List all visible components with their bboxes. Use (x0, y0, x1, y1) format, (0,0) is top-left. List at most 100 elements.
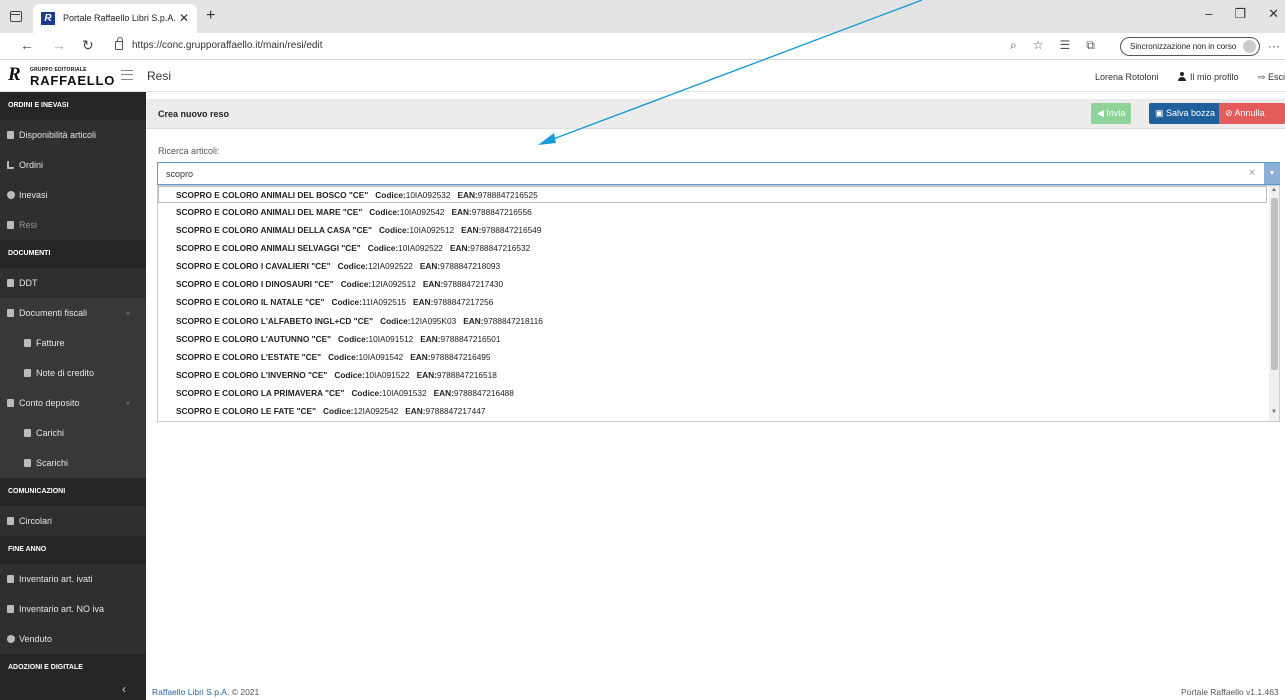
sidebar-item-label: Inventario art. ivati (19, 574, 93, 584)
sidebar: ORDINI E INEVASI Disponibilità articoli Or… (0, 92, 146, 700)
sidebar-item-label: Fatture (36, 338, 65, 348)
app-version: Portale Raffaello v1.1.463 (1181, 687, 1279, 697)
tab-actions-icon[interactable] (10, 11, 22, 22)
browser-tab[interactable]: R Portale Raffaello Libri S.p.A. ✕ (33, 4, 197, 33)
favorite-add-icon[interactable]: ☆ (1033, 38, 1044, 53)
results-scrollbar[interactable]: ▲ ▼ (1269, 186, 1279, 421)
result-ean: 9788847216525 (477, 190, 538, 200)
new-tab-icon[interactable]: + (206, 7, 215, 25)
result-row[interactable]: SCOPRO E COLORO ANIMALI SELVAGGI "CE" Cod… (158, 239, 1279, 257)
result-row[interactable]: SCOPRO E COLORO IL NATALE "CE" Codice:11I… (158, 293, 1279, 311)
read-aloud-icon[interactable]: ⌕ (1010, 38, 1017, 53)
address-icons: ⌕ ☆ ☰ ⧉ (1010, 38, 1095, 53)
close-icon[interactable]: ✕ (179, 11, 189, 25)
logout-icon: ⇨ (1258, 72, 1269, 82)
sidebar-item-inventario-art-ivati[interactable]: Inventario art. ivati (0, 564, 146, 594)
logout-link[interactable]: ⇨ Esci (1258, 72, 1285, 83)
send-icon: ◀ (1097, 108, 1107, 118)
maximize-icon[interactable]: ❐ (1234, 6, 1246, 22)
search-label: Ricerca articoli: (158, 146, 220, 156)
forward-icon[interactable]: → (52, 37, 66, 53)
code-label: Codice: (338, 333, 369, 344)
sidebar-item-label: Inventario art. NO iva (19, 604, 105, 614)
save-draft-button[interactable]: ▣ Salva bozza (1149, 103, 1222, 124)
search-input[interactable]: scopro × ▼ (157, 162, 1280, 185)
url-field[interactable]: https://conc.grupporaffaello.it/main/res… (132, 40, 322, 51)
ean-label: EAN: (413, 297, 434, 308)
result-row[interactable]: SCOPRO E COLORO LE FATE "CE" Codice:12IA0… (158, 402, 1279, 420)
result-ean: 9788847216518 (436, 369, 497, 380)
sidebar-item-inventario-art-no-iva[interactable]: Inventario art. NO iva (0, 594, 146, 624)
result-row[interactable]: SCOPRO E COLORO I DINOSAURI "CE" Codice:1… (158, 275, 1279, 293)
result-row[interactable]: SCOPRO E COLORO ANIMALI DEL MARE "CE" Cod… (158, 203, 1279, 221)
result-row[interactable]: SCOPRO E COLORO L'AUTUNNO "CE" Codice:10I… (158, 330, 1279, 348)
sidebar-item-scarichi[interactable]: Scarichi (0, 448, 146, 478)
company-link[interactable]: Raffaello Libri S.p.A. (152, 687, 229, 697)
sync-label: Sincronizzazione non in corso (1130, 42, 1237, 51)
dropdown-arrow-icon[interactable]: ▼ (1264, 163, 1280, 184)
result-row[interactable]: SCOPRO E COLORO L'ALFABETO INGL+CD "CE" C… (158, 312, 1279, 330)
reload-icon[interactable]: ↻ (82, 37, 94, 54)
sidebar-section-title: COMUNICAZIONI (0, 478, 146, 506)
window-close-icon[interactable]: ✕ (1268, 6, 1279, 22)
list-icon (7, 131, 14, 139)
result-code: 10IA091512 (368, 333, 414, 344)
sidebar-item-conto-deposito[interactable]: Conto deposito ⌄ (0, 388, 146, 418)
result-row[interactable]: SCOPRO E COLORO L'INVERNO "CE" Codice:10I… (158, 366, 1279, 384)
result-row[interactable]: SCOPRO E COLORO I CAVALIERI "CE" Codice:1… (158, 257, 1279, 275)
sidebar-item-label: Carichi (36, 428, 65, 438)
sidebar-section-title: ORDINI E INEVASI (0, 92, 146, 120)
sidebar-item-label: Resi (19, 220, 38, 230)
sidebar-item-circolari[interactable]: Circolari (0, 506, 146, 536)
result-title: SCOPRO E COLORO I CAVALIERI "CE" (176, 261, 331, 272)
sidebar-item-fatture[interactable]: Fatture (0, 328, 146, 358)
sidebar-item-venduto[interactable]: Venduto (0, 624, 146, 654)
sidebar-item-disponibilit-articoli[interactable]: Disponibilità articoli (0, 120, 146, 150)
back-icon[interactable]: ← (20, 37, 34, 53)
sidebar-item-documenti-fiscali[interactable]: Documenti fiscali ⌄ (0, 298, 146, 328)
send-button[interactable]: ◀ Invia (1091, 103, 1132, 124)
coins-icon (7, 635, 15, 643)
scroll-down-icon[interactable]: ▼ (1271, 409, 1277, 415)
collapse-sidebar-icon[interactable]: ‹ (122, 682, 126, 696)
menu-toggle-icon[interactable] (121, 70, 133, 80)
cancel-button[interactable]: ⊘ Annulla (1219, 103, 1285, 124)
sidebar-item-inevasi[interactable]: Inevasi (0, 180, 146, 210)
profile-link[interactable]: Il mio profilo (1178, 72, 1239, 82)
result-ean: 9788847216556 (471, 207, 532, 217)
result-ean: 9788847217256 (433, 297, 494, 308)
result-row[interactable]: SCOPRO E COLORO L'ESTATE "CE" Codice:10IA… (158, 348, 1279, 366)
result-code: 10IA092532 (405, 190, 451, 200)
code-label: Codice: (375, 190, 406, 200)
sidebar-item-note-di-credito[interactable]: Note di credito (0, 358, 146, 388)
sidebar-item-carichi[interactable]: Carichi (0, 418, 146, 448)
favicon-icon: R (41, 12, 55, 25)
sidebar-section-title: FINE ANNO (0, 536, 146, 564)
result-code: 10IA092542 (399, 207, 445, 217)
save-draft-label: Salva bozza (1166, 108, 1216, 118)
more-icon[interactable]: ··· (1268, 39, 1280, 53)
result-row[interactable]: SCOPRO E COLORO ANIMALI DELLA CASA "CE" C… (158, 221, 1279, 239)
result-code: 10IA091522 (364, 369, 410, 380)
logo-mark: R (8, 64, 21, 85)
sidebar-section-title: ADOZIONI E DIGITALE (0, 654, 146, 682)
clear-icon[interactable]: × (1249, 167, 1255, 179)
favorites-icon[interactable]: ☰ (1060, 38, 1071, 53)
collections-icon[interactable]: ⧉ (1086, 38, 1095, 53)
scroll-up-icon[interactable]: ▲ (1271, 187, 1277, 193)
sidebar-item-ordini[interactable]: Ordini (0, 150, 146, 180)
result-row[interactable]: SCOPRO E COLORO ANIMALI DEL BOSCO "CE" Co… (158, 186, 1267, 203)
minimize-icon[interactable]: – (1205, 6, 1212, 22)
file-icon (7, 309, 14, 317)
sidebar-item-ddt[interactable]: DDT (0, 268, 146, 298)
ean-label: EAN: (410, 351, 431, 362)
result-code: 12IA092542 (353, 406, 399, 417)
result-row[interactable]: SCOPRO E COLORO LA PRIMAVERA "CE" Codice:… (158, 384, 1279, 402)
sidebar-item-resi[interactable]: Resi (0, 210, 146, 240)
sidebar-item-label: Circolari (19, 516, 53, 526)
ean-label: EAN: (461, 225, 482, 236)
scroll-thumb[interactable] (1271, 198, 1278, 370)
sync-button[interactable]: Sincronizzazione non in corso (1120, 37, 1260, 56)
chevron-down-icon: ⌄ (125, 399, 131, 406)
lock-icon[interactable] (115, 37, 123, 50)
